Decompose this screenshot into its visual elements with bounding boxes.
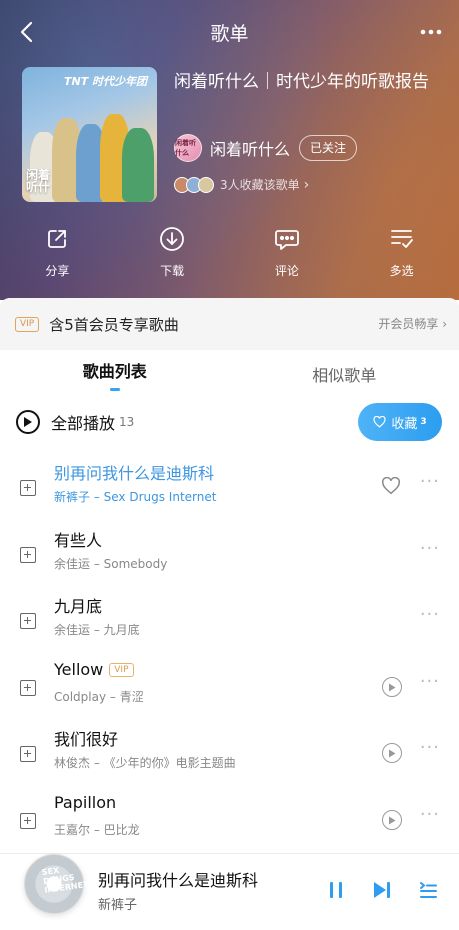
- share-icon: [44, 226, 70, 252]
- collect-button[interactable]: 收藏 3: [358, 403, 442, 441]
- song-title: 别再问我什么是迪斯科: [54, 464, 215, 483]
- add-to-playlist-icon[interactable]: [20, 746, 36, 762]
- song-count: 13: [119, 415, 135, 429]
- song-row[interactable]: 九月底 余佳运 – 九月底 ···: [0, 591, 459, 657]
- more-dots-icon[interactable]: ···: [420, 538, 440, 559]
- vip-badge: VIP: [109, 662, 134, 677]
- tab-similar-playlists[interactable]: 相似歌单: [230, 350, 459, 398]
- chevron-right-icon: ›: [303, 176, 310, 193]
- action-bar: 分享 下载 评论 多选: [0, 226, 459, 279]
- song-subtitle: Coldplay – 青涩: [54, 690, 144, 704]
- tab-indicator: [109, 387, 120, 391]
- song-subtitle: 余佳运 – Somebody: [54, 557, 168, 571]
- multi-select-icon: [389, 226, 415, 252]
- disc-art-text: SEX DRUGS INTERNET: [41, 865, 90, 895]
- open-vip-link[interactable]: 开会员畅享 ›: [378, 315, 447, 332]
- more-dots-icon[interactable]: ···: [420, 737, 440, 758]
- song-subtitle: 新裤子 – Sex Drugs Internet: [54, 490, 217, 504]
- cover-logo: TNT 时代少年团: [64, 75, 148, 88]
- song-title: 有些人: [54, 531, 103, 550]
- song-subtitle: 王嘉尔 – 巴比龙: [54, 823, 140, 837]
- play-all-row: 全部播放 13 收藏 3: [0, 402, 459, 442]
- creator-avatar[interactable]: 闲着听什么: [174, 134, 202, 162]
- collectors-row[interactable]: 3人收藏该歌单 ›: [174, 176, 309, 193]
- next-track-icon[interactable]: [368, 876, 396, 904]
- play-all-label[interactable]: 全部播放: [51, 410, 115, 434]
- more-dots-icon[interactable]: ···: [420, 804, 440, 825]
- vip-banner-text: 含5首会员专享歌曲: [49, 315, 179, 334]
- song-title: Yellow VIP: [54, 660, 134, 679]
- add-to-playlist-icon[interactable]: [20, 813, 36, 829]
- add-to-playlist-icon[interactable]: [20, 547, 36, 563]
- follow-button[interactable]: 已关注: [299, 135, 358, 161]
- add-to-playlist-icon[interactable]: [20, 613, 36, 629]
- comment-label: 评论: [274, 264, 299, 278]
- play-all-icon[interactable]: [16, 410, 40, 434]
- mv-play-icon[interactable]: [382, 810, 402, 830]
- more-icon[interactable]: [417, 18, 445, 46]
- collector-avatars: [174, 176, 214, 193]
- page-title: 歌单: [210, 22, 249, 45]
- share-label: 分享: [45, 264, 70, 278]
- multi-select-button[interactable]: 多选: [344, 226, 459, 279]
- multi-select-label: 多选: [389, 264, 414, 278]
- vip-banner[interactable]: VIP 含5首会员专享歌曲 开会员畅享 ›: [0, 298, 459, 350]
- more-dots-icon[interactable]: ···: [420, 671, 440, 692]
- song-title: Papillon: [54, 793, 117, 812]
- collectors-text: 3人收藏该歌单: [220, 178, 300, 192]
- song-row[interactable]: 我们很好 林俊杰 – 《少年的你》电影主题曲 ···: [0, 724, 459, 790]
- comment-icon: [274, 226, 300, 252]
- playlist-title: 闲着听什么｜时代少年的听歌报告: [174, 72, 429, 92]
- song-title: 我们很好: [54, 730, 119, 749]
- song-row[interactable]: 有些人 余佳运 – Somebody ···: [0, 525, 459, 591]
- tab-bar: 歌曲列表 相似歌单: [0, 350, 459, 398]
- song-subtitle: 余佳运 – 九月底: [54, 623, 140, 637]
- creator-row[interactable]: 闲着听什么 闲着听什么 已关注: [174, 134, 358, 162]
- pause-icon[interactable]: [322, 876, 350, 904]
- add-to-playlist-icon[interactable]: [20, 680, 36, 696]
- share-button[interactable]: 分享: [0, 226, 115, 279]
- cover-badge: 闲着 听什: [26, 167, 51, 195]
- song-row[interactable]: Papillon 王嘉尔 – 巴比龙 ···: [0, 791, 459, 857]
- download-icon: [159, 226, 185, 252]
- playlist-queue-icon[interactable]: [414, 876, 442, 904]
- playlist-cover[interactable]: TNT 时代少年团 闲着 听什: [22, 67, 157, 202]
- playlist-header: 歌单 TNT 时代少年团 闲着 听什 闲着听什么｜时代少年的听歌报告 闲着听什么…: [0, 0, 459, 300]
- song-sheet: VIP 含5首会员专享歌曲 开会员畅享 › 歌曲列表 相似歌单 全部播放 13 …: [0, 298, 459, 930]
- add-to-playlist-icon[interactable]: [20, 480, 36, 496]
- more-dots-icon[interactable]: ···: [420, 604, 440, 625]
- now-playing-disc[interactable]: SEX DRUGS INTERNET: [24, 854, 89, 914]
- creator-name[interactable]: 闲着听什么: [210, 136, 290, 160]
- heart-outline-icon: [373, 416, 386, 428]
- song-row[interactable]: Yellow VIP Coldplay – 青涩 ···: [0, 658, 459, 724]
- download-button[interactable]: 下载: [115, 226, 230, 279]
- vip-tag: VIP: [15, 316, 40, 332]
- download-label: 下载: [160, 264, 185, 278]
- song-row[interactable]: 别再问我什么是迪斯科 新裤子 – Sex Drugs Internet ···: [0, 458, 459, 524]
- now-playing-title: 别再问我什么是迪斯科: [98, 871, 259, 890]
- heart-icon[interactable]: [379, 474, 403, 498]
- comment-button[interactable]: 评论: [230, 226, 345, 279]
- mv-play-icon[interactable]: [382, 677, 402, 697]
- back-icon[interactable]: [14, 18, 38, 46]
- tab-song-list[interactable]: 歌曲列表: [0, 350, 230, 398]
- now-playing-artist: 新裤子: [98, 898, 138, 913]
- mv-play-icon[interactable]: [382, 743, 402, 763]
- song-title: 九月底: [54, 597, 103, 616]
- song-subtitle: 林俊杰 – 《少年的你》电影主题曲: [54, 756, 236, 770]
- mini-player[interactable]: SEX DRUGS INTERNET 别再问我什么是迪斯科 新裤子: [0, 853, 459, 930]
- top-bar: 歌单: [0, 0, 459, 64]
- more-dots-icon[interactable]: ···: [420, 471, 440, 492]
